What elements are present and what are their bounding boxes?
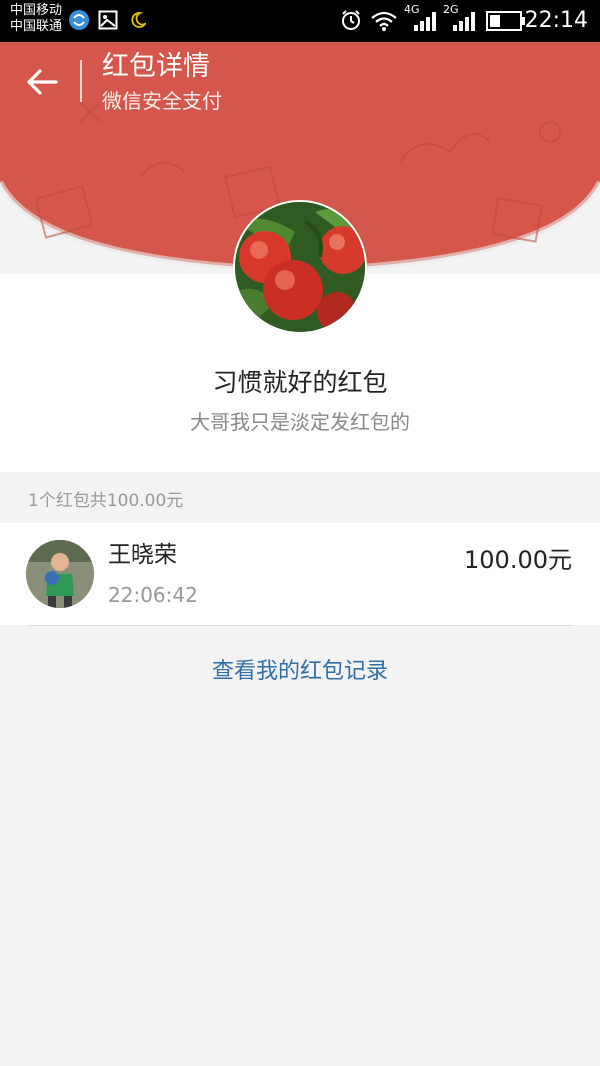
wifi-icon [371, 11, 397, 31]
image-icon [98, 10, 118, 30]
recipient-name: 王晓荣 [108, 542, 177, 568]
divider [28, 625, 574, 626]
packet-summary: 1个红包共100.00元 [28, 491, 184, 511]
receive-amount: 100.00元 [464, 546, 572, 574]
signal-icon [453, 12, 475, 31]
back-arrow-icon[interactable] [22, 62, 62, 102]
status-bar: 中国移动 中国联通 4G 2G 22:14 [0, 0, 600, 42]
sender-name: 习惯就好的红包 [212, 368, 388, 397]
avatar[interactable] [26, 540, 94, 608]
carrier-2: 中国联通 [10, 19, 63, 34]
sender-avatar[interactable] [233, 200, 367, 334]
page-title: 红包详情 [102, 51, 210, 82]
carrier-1: 中国移动 [10, 3, 63, 18]
battery-icon [486, 11, 525, 31]
carrier-labels: 中国移动 中国联通 [10, 3, 62, 35]
receive-time: 22:06:42 [108, 583, 198, 607]
page-subtitle: 微信安全支付 [102, 89, 222, 113]
clock: 22:14 [524, 8, 588, 33]
view-history-link[interactable]: 查看我的红包记录 [0, 657, 600, 687]
title-divider [80, 60, 82, 102]
greeting-message: 大哥我只是淡定发红包的 [190, 410, 410, 434]
alarm-icon [342, 10, 360, 30]
moon-icon [131, 12, 146, 28]
sync-icon [69, 10, 89, 30]
signal-icon [414, 12, 436, 31]
